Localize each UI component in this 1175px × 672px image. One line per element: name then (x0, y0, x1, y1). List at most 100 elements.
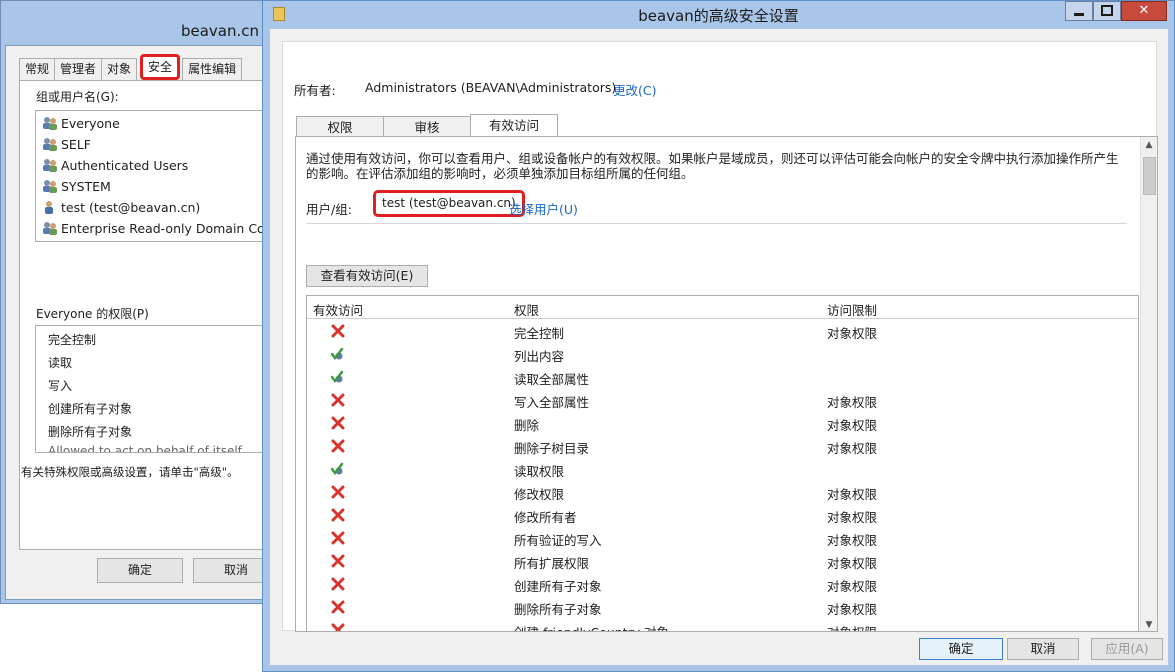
table-row[interactable]: 所有扩展权限 对象权限 (307, 549, 1138, 572)
allow-check-icon (330, 347, 345, 361)
table-row[interactable]: 创建 friendlyCountry 对象 对象权限 (307, 618, 1138, 631)
permissions-listbox[interactable]: 完全控制 读取 写入 创建所有子对象 删除所有子对象 Allowed to ac… (35, 325, 275, 453)
scroll-up-icon[interactable]: ▲ (1141, 137, 1157, 153)
permission-cell: 完全控制 (514, 326, 565, 341)
ok-button[interactable]: 确定 (919, 638, 1003, 660)
deny-cross-icon (331, 393, 345, 407)
dialog-title: beavan的高级安全设置 (638, 7, 799, 25)
scroll-down-icon[interactable]: ▼ (1141, 617, 1157, 631)
user-name: SELF (61, 137, 91, 152)
properties-window-title: beavan.cn (180, 22, 259, 40)
permission-cell: 所有验证的写入 (514, 533, 602, 548)
tab-managed-by[interactable]: 管理者 (54, 58, 103, 80)
divider (306, 223, 1127, 224)
perm-create-children: 创建所有子对象 (48, 402, 133, 416)
table-row[interactable]: 列出内容 (307, 342, 1138, 365)
advanced-security-dialog: beavan的高级安全设置 ✕ 所有者: Administrators (BEA… (262, 0, 1175, 672)
deny-cross-icon (331, 600, 345, 614)
change-owner-link[interactable]: 更改(C) (613, 80, 656, 99)
table-row[interactable]: 删除子树目录 对象权限 (307, 434, 1138, 457)
deny-cross-icon (331, 508, 345, 522)
deny-cross-icon (331, 554, 345, 568)
list-item-enterprise-rodc[interactable]: Enterprise Read-only Domain Contr (36, 218, 274, 239)
table-row[interactable]: 删除 对象权限 (307, 411, 1138, 434)
minimize-button[interactable] (1065, 1, 1093, 21)
table-row[interactable]: 删除所有子对象 对象权限 (307, 595, 1138, 618)
access-limit-cell: 对象权限 (827, 622, 877, 631)
user-name: Everyone (61, 116, 120, 131)
group-icon (43, 138, 57, 151)
table-row[interactable]: 读取权限 (307, 457, 1138, 480)
advanced-note: 有关特殊权限或高级设置，请单击"高级"。 (21, 465, 239, 479)
list-item-everyone[interactable]: Everyone (36, 113, 274, 134)
access-limit-cell: 对象权限 (827, 326, 878, 341)
tab-auditing[interactable]: 审核 (383, 116, 471, 138)
tab-general[interactable]: 常规 (19, 58, 56, 80)
minimize-icon (1074, 13, 1084, 16)
perm-allowed-act: Allowed to act on behalf of itself (48, 444, 242, 453)
owner-value: Administrators (BEAVAN\Administrators) (365, 80, 617, 95)
tab-permissions[interactable]: 权限 (296, 116, 384, 138)
select-user-link[interactable]: 选择用户(U) (509, 199, 578, 218)
permission-cell: 删除所有子对象 (514, 602, 602, 617)
user-icon (45, 201, 53, 214)
table-row[interactable]: 写入全部属性 对象权限 (307, 388, 1138, 411)
tab-object[interactable]: 对象 (101, 58, 138, 80)
perm-full-control: 完全控制 (48, 333, 97, 347)
ok-button[interactable]: 确定 (97, 558, 183, 583)
list-item-self[interactable]: SELF (36, 134, 274, 155)
dialog-panel: 所有者: Administrators (BEAVAN\Administrato… (282, 41, 1158, 632)
deny-cross-icon (331, 324, 345, 338)
table-row[interactable]: 创建所有子对象 对象权限 (307, 572, 1138, 595)
permission-cell: 删除 (514, 418, 540, 433)
user-group-label: 用户/组: (306, 202, 352, 217)
table-row[interactable]: 所有验证的写入 对象权限 (307, 526, 1138, 549)
table-row[interactable]: 修改所有者 对象权限 (307, 503, 1138, 526)
groups-listbox[interactable]: Everyone SELF Authenticated Users SYSTEM… (35, 110, 275, 242)
effective-access-description: 通过使用有效访问，你可以查看用户、组或设备帐户的有效权限。如果帐户是域成员，则还… (306, 151, 1119, 181)
scroll-thumb[interactable] (1143, 157, 1156, 195)
maximize-button[interactable] (1093, 1, 1121, 21)
list-item-system[interactable]: SYSTEM (36, 176, 274, 197)
apply-button[interactable]: 应用(A) (1091, 638, 1163, 660)
dialog-body: 所有者: Administrators (BEAVAN\Administrato… (270, 29, 1168, 665)
properties-client: 常规 管理者 对象 安全 属性编辑 组或用户名(G): Everyone SELF Au… (5, 45, 279, 600)
cancel-button[interactable]: 取消 (1007, 638, 1079, 660)
permission-cell: 读取权限 (514, 464, 565, 479)
deny-cross-icon (331, 416, 345, 430)
permission-cell: 读取全部属性 (514, 372, 590, 387)
header-permission[interactable]: 权限 (514, 300, 539, 319)
security-panel: 组或用户名(G): Everyone SELF Authenticated Us… (19, 80, 275, 550)
allow-check-icon (330, 462, 345, 476)
grid-header: 有效访问 权限 访问限制 (307, 296, 1138, 319)
maximize-icon (1101, 5, 1113, 16)
close-icon: ✕ (1138, 3, 1150, 18)
user-name: test (test@beavan.cn) (61, 200, 201, 215)
header-access-limit[interactable]: 访问限制 (827, 300, 877, 319)
tab-effective-access[interactable]: 有效访问 (470, 114, 558, 138)
list-item-authenticated-users[interactable]: Authenticated Users (36, 155, 274, 176)
panel-scrollbar[interactable]: ▲ ▼ (1140, 137, 1157, 631)
table-row[interactable]: 完全控制 对象权限 (307, 319, 1138, 342)
properties-window: beavan.cn 常规 管理者 对象 安全 属性编辑 组或用户名(G): Everyo… (0, 0, 279, 604)
list-item-test[interactable]: test (test@beavan.cn) (36, 197, 274, 218)
title-bar[interactable]: beavan的高级安全设置 ✕ (263, 1, 1174, 29)
permission-cell: 删除子树目录 (514, 441, 590, 456)
tab-security[interactable]: 安全 (140, 54, 181, 80)
permission-cell: 所有扩展权限 (514, 556, 590, 571)
grid-rows: 完全控制 对象权限 列出内容 读取全部属性 写入全部属性 对象权限 删除 对象权限 删除子树目录… (307, 319, 1138, 631)
access-limit-cell: 对象权限 (827, 556, 878, 571)
security-tabs: 权限 审核 有效访问 (296, 114, 558, 138)
header-effective-access[interactable]: 有效访问 (313, 300, 363, 319)
permission-cell: 修改所有者 (514, 510, 577, 525)
user-name: Authenticated Users (61, 158, 189, 173)
access-limit-cell: 对象权限 (827, 418, 878, 433)
access-limit-cell: 对象权限 (827, 602, 878, 617)
close-button[interactable]: ✕ (1121, 1, 1167, 21)
table-row[interactable]: 读取全部属性 (307, 365, 1138, 388)
tab-attribute-editor[interactable]: 属性编辑 (182, 58, 243, 80)
owner-label: 所有者: (294, 83, 336, 98)
effective-access-grid: 有效访问 权限 访问限制 完全控制 对象权限 列出内容 读取全部属性 写入全部属性 对象权… (306, 295, 1139, 631)
view-effective-access-button[interactable]: 查看有效访问(E) (306, 265, 428, 287)
table-row[interactable]: 修改权限 对象权限 (307, 480, 1138, 503)
